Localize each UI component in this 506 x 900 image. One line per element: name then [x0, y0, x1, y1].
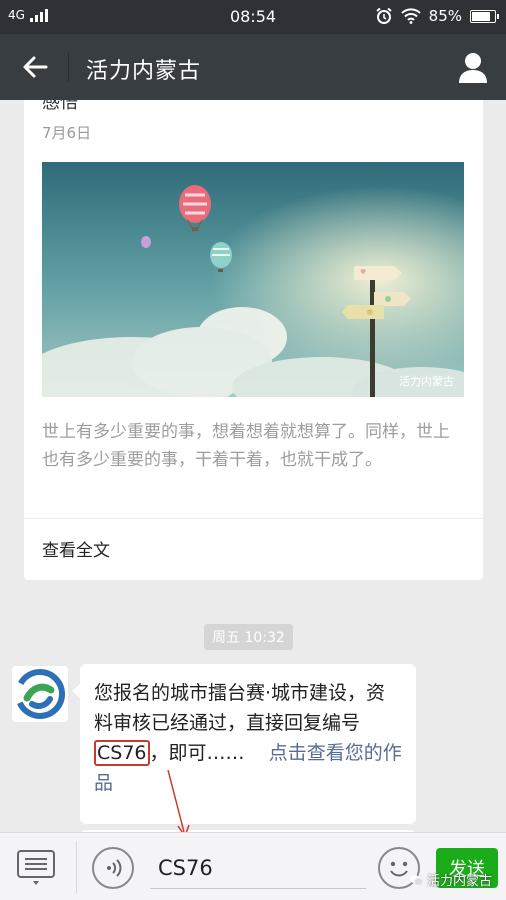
nav-divider	[68, 52, 69, 82]
back-arrow-icon[interactable]	[18, 50, 52, 84]
article-summary: 世上有多少重要的事，想着想着就想算了。同样，世上也有多少重要的事，干着干着，也就…	[42, 422, 450, 470]
status-icons: 85%	[375, 7, 499, 25]
read-full-article-link[interactable]: 查看全文	[42, 536, 110, 561]
card-divider	[24, 518, 483, 519]
sender-avatar[interactable]	[12, 666, 68, 722]
message-text: 您报名的城市擂台赛·城市建设，资料审核已经通过，直接回复编号	[94, 682, 386, 734]
huoli-logo-icon	[15, 669, 65, 719]
battery-percent: 85%	[428, 7, 462, 25]
message-input[interactable]	[150, 847, 366, 889]
menu-list-icon[interactable]	[16, 847, 56, 887]
balloons-signpost-illustration	[42, 162, 464, 397]
wechat-watermark: 活力内蒙古	[409, 870, 492, 889]
article-card[interactable]: 感悟 7月6日 活力内蒙古 世上有多少重要的事，想着想着就想算了。同样，世上也有…	[24, 100, 483, 580]
watermark-text: 活力内蒙古	[426, 874, 492, 889]
article-title: 感悟	[42, 100, 78, 113]
chat-input-bar: 发送	[0, 832, 506, 900]
image-watermark: 活力内蒙古	[399, 375, 454, 388]
input-bar-divider	[76, 841, 77, 893]
wifi-icon	[400, 8, 421, 24]
battery-icon	[470, 9, 499, 23]
page-title: 活力内蒙古	[86, 59, 202, 84]
wechat-icon	[409, 874, 423, 885]
alarm-icon	[376, 7, 392, 24]
message-text-tail: ，即可……	[149, 742, 245, 764]
article-date: 7月6日	[42, 124, 92, 142]
message-bubble[interactable]: 您报名的城市擂台赛·城市建设，资料审核已经通过，直接回复编号CS76 ，即可…… …	[72, 664, 416, 824]
nav-bar: 活力内蒙古	[0, 34, 506, 100]
profile-icon[interactable]	[456, 50, 490, 84]
hot-air-balloon-small	[141, 236, 151, 248]
voice-input-button[interactable]	[92, 847, 134, 889]
voice-icon	[107, 859, 122, 877]
message-timestamp: 周五 10:32	[204, 624, 293, 650]
status-bar: 4G 08:54 85%	[0, 0, 506, 34]
article-cover-image[interactable]: 活力内蒙古	[42, 162, 464, 397]
submission-code: CS76	[94, 740, 150, 766]
